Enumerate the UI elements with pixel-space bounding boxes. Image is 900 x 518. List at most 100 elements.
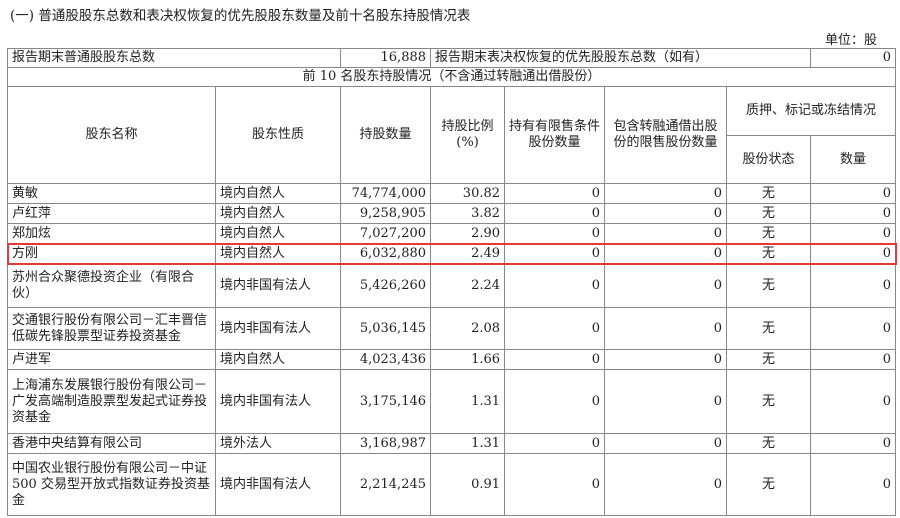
cell-shares: 2,214,245 — [340, 453, 432, 516]
cell-ratio: 2.49 — [430, 243, 506, 264]
cell-nature: 境内自然人 — [214, 243, 342, 264]
cell-qty: 0 — [810, 369, 897, 434]
cell-status: 无 — [726, 349, 812, 370]
cell-shares: 74,774,000 — [340, 183, 432, 204]
table-row: 卢进军 境内自然人 4,023,436 1.66 0 0 无 0 — [7, 349, 897, 370]
cell-shares: 5,036,145 — [340, 307, 432, 350]
cell-name: 黄敏 — [7, 183, 216, 204]
cell-qty: 0 — [810, 243, 897, 264]
cell-lending: 0 — [604, 203, 728, 224]
cell-qty: 0 — [810, 183, 897, 204]
cell-name: 卢进军 — [7, 349, 216, 370]
table-row: 交通银行股份有限公司－汇丰晋信低碳先锋股票型证券投资基金 境内非国有法人 5,0… — [7, 307, 897, 350]
cell-qty: 0 — [810, 203, 897, 224]
cell-restricted: 0 — [504, 307, 606, 350]
cell-shares: 6,032,880 — [340, 243, 432, 264]
summary-row: 报告期末普通股股东总数 16,888 报告期末表决权恢复的优先股股东总数（如有）… — [6, 48, 897, 68]
cell-status: 无 — [726, 203, 812, 224]
cell-restricted: 0 — [504, 223, 606, 244]
cell-status: 无 — [726, 263, 812, 308]
unit-label: 单位：股 — [824, 33, 877, 48]
section-title: 前 10 名股东持股情况（不含通过转融通出借股份） — [6, 67, 897, 87]
table-title: (一) 普通股股东总数和表决权恢复的优先股股东数量及前十名股东持股情况表 — [10, 8, 471, 24]
cell-ratio: 0.91 — [430, 453, 506, 516]
cell-ratio: 1.66 — [430, 349, 506, 370]
cell-name: 交通银行股份有限公司－汇丰晋信低碳先锋股票型证券投资基金 — [7, 307, 216, 350]
header-pledge: 质押、标记或冻结情况 — [726, 86, 897, 136]
cell-lending: 0 — [604, 223, 728, 244]
table-row: 香港中央结算有限公司 境外法人 3,168,987 1.31 0 0 无 0 — [7, 433, 897, 454]
cell-nature: 境内非国有法人 — [214, 453, 342, 516]
cell-nature: 境内自然人 — [214, 203, 342, 224]
cell-lending: 0 — [604, 453, 728, 516]
cell-name: 上海浦东发展银行股份有限公司－广发高端制造股票型发起式证券投资基金 — [7, 369, 216, 434]
cell-status: 无 — [726, 433, 812, 454]
cell-ratio: 2.90 — [430, 223, 506, 244]
header-shares: 持股数量 — [340, 86, 432, 184]
cell-restricted: 0 — [504, 243, 606, 264]
pref-holders-label: 报告期末表决权恢复的优先股股东总数（如有） — [430, 48, 812, 68]
section-title-row: 前 10 名股东持股情况（不含通过转融通出借股份） — [6, 67, 897, 87]
header-pledge-status: 股份状态 — [726, 135, 812, 184]
table-row: 上海浦东发展银行股份有限公司－广发高端制造股票型发起式证券投资基金 境内非国有法… — [7, 369, 897, 434]
cell-nature: 境外法人 — [214, 433, 342, 454]
cell-restricted: 0 — [504, 433, 606, 454]
cell-restricted: 0 — [504, 263, 606, 308]
table-row: 黄敏 境内自然人 74,774,000 30.82 0 0 无 0 — [7, 183, 897, 204]
header-restricted: 持有有限售条件股份数量 — [504, 86, 606, 184]
cell-ratio: 1.31 — [430, 433, 506, 454]
cell-qty: 0 — [810, 433, 897, 454]
cell-restricted: 0 — [504, 349, 606, 370]
table-row: 卢红萍 境内自然人 9,258,905 3.82 0 0 无 0 — [7, 203, 897, 224]
cell-name: 中国农业银行股份有限公司－中证 500 交易型开放式指数证券投资基金 — [7, 453, 216, 516]
cell-qty: 0 — [810, 349, 897, 370]
cell-nature: 境内自然人 — [214, 223, 342, 244]
cell-restricted: 0 — [504, 369, 606, 434]
cell-ratio: 2.08 — [430, 307, 506, 350]
cell-lending: 0 — [604, 263, 728, 308]
cell-ratio: 3.82 — [430, 203, 506, 224]
table-row: 中国农业银行股份有限公司－中证 500 交易型开放式指数证券投资基金 境内非国有… — [7, 453, 897, 516]
cell-shares: 3,175,146 — [340, 369, 432, 434]
cell-name: 卢红萍 — [7, 203, 216, 224]
cell-ratio: 1.31 — [430, 369, 506, 434]
pref-holders-value: 0 — [810, 48, 897, 68]
cell-lending: 0 — [604, 243, 728, 264]
header-nature: 股东性质 — [214, 86, 342, 184]
highlighted-row: 方刚 境内自然人 6,032,880 2.49 0 0 无 0 — [6, 242, 897, 265]
table-row: 郑加炫 境内自然人 7,027,200 2.90 0 0 无 0 — [7, 223, 897, 244]
cell-qty: 0 — [810, 307, 897, 350]
cell-name: 香港中央结算有限公司 — [7, 433, 216, 454]
cell-shares: 5,426,260 — [340, 263, 432, 308]
cell-lending: 0 — [604, 307, 728, 350]
cell-status: 无 — [726, 243, 812, 264]
cell-name: 苏州合众聚德投资企业（有限合伙） — [7, 263, 216, 308]
cell-status: 无 — [726, 223, 812, 244]
header-lending: 包含转融通借出股份的限售股份数量 — [604, 86, 728, 184]
cell-restricted: 0 — [504, 453, 606, 516]
cell-qty: 0 — [810, 223, 897, 244]
cell-shares: 4,023,436 — [340, 349, 432, 370]
cell-shares: 3,168,987 — [340, 433, 432, 454]
cell-qty: 0 — [810, 453, 897, 516]
cell-ratio: 30.82 — [430, 183, 506, 204]
total-holders-value: 16,888 — [340, 48, 432, 68]
total-holders-label: 报告期末普通股股东总数 — [6, 48, 342, 68]
cell-ratio: 2.24 — [430, 263, 506, 308]
cell-name: 郑加炫 — [7, 223, 216, 244]
cell-nature: 境内自然人 — [214, 183, 342, 204]
cell-restricted: 0 — [504, 183, 606, 204]
cell-nature: 境内非国有法人 — [214, 307, 342, 350]
shareholder-table: 报告期末普通股股东总数 16,888 报告期末表决权恢复的优先股股东总数（如有）… — [6, 48, 897, 516]
header-name: 股东名称 — [7, 86, 216, 184]
cell-status: 无 — [726, 453, 812, 516]
cell-restricted: 0 — [504, 203, 606, 224]
cell-name: 方刚 — [7, 243, 216, 264]
cell-lending: 0 — [604, 183, 728, 204]
cell-nature: 境内自然人 — [214, 349, 342, 370]
header-row: 股东名称 股东性质 持股数量 持股比例(%) 持有有限售条件股份数量 包含转融通… — [7, 86, 897, 184]
cell-lending: 0 — [604, 349, 728, 370]
cell-nature: 境内非国有法人 — [214, 369, 342, 434]
header-ratio: 持股比例(%) — [430, 86, 506, 184]
cell-status: 无 — [726, 369, 812, 434]
